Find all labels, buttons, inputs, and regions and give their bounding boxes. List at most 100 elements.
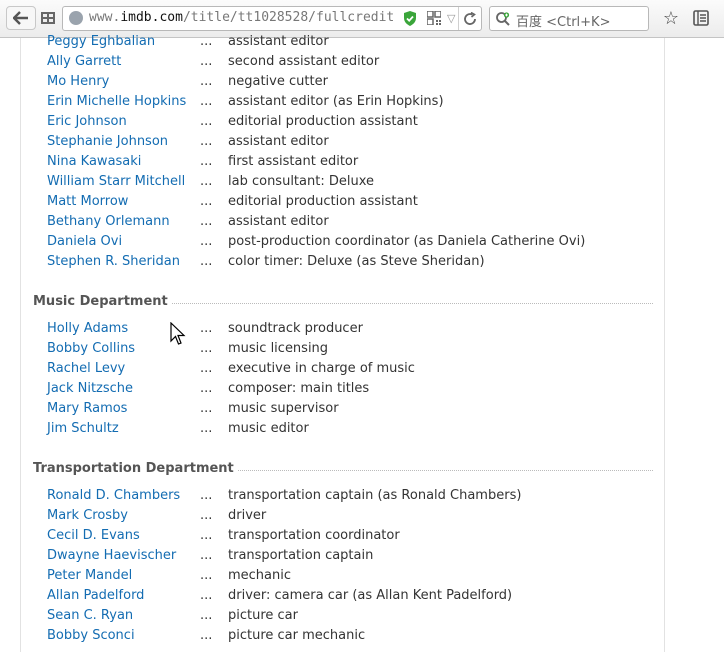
crew-role: music supervisor	[228, 401, 339, 416]
ellipsis-separator: ...	[200, 608, 213, 623]
ellipsis-separator: ...	[200, 321, 213, 336]
department-title: Transportation Department	[33, 460, 234, 476]
crew-name-link[interactable]: Mark Crosby	[47, 506, 128, 526]
crew-name-link[interactable]: Bethany Orlemann	[47, 212, 170, 232]
ellipsis-separator: ...	[200, 114, 213, 129]
credit-row: Stephanie Johnson... assistant editor	[21, 132, 664, 152]
crew-role: assistant editor	[228, 134, 329, 149]
search-icon	[496, 12, 510, 26]
ellipsis-separator: ...	[200, 154, 213, 169]
mouse-cursor-icon	[170, 322, 186, 345]
ellipsis-separator: ...	[200, 548, 213, 563]
ellipsis-separator: ...	[200, 341, 213, 356]
crew-name-link[interactable]: Peter Mandel	[47, 566, 132, 586]
crew-name-link[interactable]: William Starr Mitchell	[47, 172, 185, 192]
credit-row: Mo Henry... negative cutter	[21, 72, 664, 92]
crew-name-link[interactable]: Holly Adams	[47, 319, 128, 339]
credit-row: Erin Michelle Hopkins... assistant editor…	[21, 92, 664, 112]
crew-name-link[interactable]: Daniela Ovi	[47, 232, 122, 252]
crew-name-link[interactable]: Ronald D. Chambers	[47, 486, 180, 506]
credit-row: Stephen R. Sheridan... color timer: Delux…	[21, 252, 664, 272]
credit-row: Mary Ramos... music supervisor	[21, 399, 664, 419]
crew-name-link[interactable]: Mo Henry	[47, 72, 109, 92]
reader-menu-button[interactable]	[690, 6, 712, 30]
crew-name-link[interactable]: Matt Morrow	[47, 192, 128, 212]
qr-code-icon[interactable]	[427, 11, 441, 25]
reader-menu-icon	[693, 10, 709, 26]
crew-name-link[interactable]: Ally Garrett	[47, 52, 121, 72]
bookmark-button[interactable]: ☆	[660, 6, 682, 30]
crew-name-link[interactable]: Erin Michelle Hopkins	[47, 92, 186, 112]
crew-name-link[interactable]: Bobby Sconci	[47, 626, 135, 646]
crew-name-link[interactable]: Sean C. Ryan	[47, 606, 133, 626]
credit-row: Peggy Eghbalian... assistant editor	[21, 32, 664, 52]
reload-button[interactable]	[458, 7, 481, 30]
crew-name-link[interactable]: Rachel Levy	[47, 359, 125, 379]
credit-row: Sean C. Ryan... picture car	[21, 606, 664, 626]
chevron-down-icon[interactable]: ▽	[447, 12, 455, 25]
ellipsis-separator: ...	[200, 588, 213, 603]
crew-name-link[interactable]: Mary Ramos	[47, 399, 127, 419]
credit-row: Eric Johnson... editorial production assi…	[21, 112, 664, 132]
credit-row: Allan Padelford... driver: camera car (as…	[21, 586, 664, 606]
ellipsis-separator: ...	[200, 194, 213, 209]
credit-row: Matt Morrow... editorial production assis…	[21, 192, 664, 212]
crew-name-link[interactable]: Allan Padelford	[47, 586, 144, 606]
shield-check-icon[interactable]	[403, 11, 417, 26]
crew-role: negative cutter	[228, 74, 328, 89]
credit-row: Bethany Orlemann... assistant editor	[21, 212, 664, 232]
ellipsis-separator: ...	[200, 54, 213, 69]
crew-role: lab consultant: Deluxe	[228, 174, 374, 189]
crew-role: color timer: Deluxe (as Steve Sheridan)	[228, 254, 485, 269]
search-input[interactable]: 百度 <Ctrl+K>	[489, 6, 649, 31]
department-header: Music Department	[33, 291, 653, 311]
crew-role: picture car mechanic	[228, 628, 366, 643]
credit-row: Nina Kawasaki... first assistant editor	[21, 152, 664, 172]
crew-name-link[interactable]: Eric Johnson	[47, 112, 127, 132]
star-icon: ☆	[662, 7, 680, 29]
crew-role: transportation captain	[228, 548, 374, 563]
credit-row: Ally Garrett... second assistant editor	[21, 52, 664, 72]
credit-row: Daniela Ovi... post-production coordinato…	[21, 232, 664, 252]
crew-name-link[interactable]: Jack Nitzsche	[47, 379, 133, 399]
crew-role: editorial production assistant	[228, 114, 418, 129]
ellipsis-separator: ...	[200, 134, 213, 149]
url-text[interactable]: www.imdb.com/title/tt1028528/fullcredit	[89, 10, 407, 25]
credits-page: Peggy Eghbalian... assistant editor Ally G…	[20, 34, 665, 652]
crew-role: assistant editor (as Erin Hopkins)	[228, 94, 444, 109]
crew-name-link[interactable]: Stephanie Johnson	[47, 132, 168, 152]
credit-row: Dwayne Haevischer... transportation capta…	[21, 546, 664, 566]
ellipsis-separator: ...	[200, 381, 213, 396]
credit-row: Rachel Levy... executive in charge of mus…	[21, 359, 664, 379]
ellipsis-separator: ...	[200, 254, 213, 269]
crew-name-link[interactable]: Dwayne Haevischer	[47, 546, 176, 566]
crew-role: driver	[228, 508, 267, 523]
credit-row: Jack Nitzsche... composer: main titles	[21, 379, 664, 399]
crew-name-link[interactable]: Jim Schultz	[47, 419, 119, 439]
credit-row: Bobby Collins... music licensing	[21, 339, 664, 359]
crew-role: assistant editor	[228, 34, 329, 49]
ellipsis-separator: ...	[200, 421, 213, 436]
ellipsis-separator: ...	[200, 74, 213, 89]
crew-role: executive in charge of music	[228, 361, 415, 376]
crew-name-link[interactable]: Cecil D. Evans	[47, 526, 140, 546]
grid-icon	[41, 12, 55, 24]
ellipsis-separator: ...	[200, 568, 213, 583]
crew-name-link[interactable]: Bobby Collins	[47, 339, 135, 359]
credit-row: Cecil D. Evans... transportation coordina…	[21, 526, 664, 546]
page-gutter	[665, 38, 724, 652]
crew-name-link[interactable]: Stephen R. Sheridan	[47, 252, 180, 272]
ellipsis-separator: ...	[200, 628, 213, 643]
back-button[interactable]	[6, 6, 36, 30]
ellipsis-separator: ...	[200, 488, 213, 503]
crew-role: picture car	[228, 608, 298, 623]
tab-overview-button[interactable]	[38, 6, 58, 30]
credit-row: Ronald D. Chambers... transportation capt…	[21, 486, 664, 506]
crew-name-link[interactable]: Peggy Eghbalian	[47, 32, 155, 52]
address-bar[interactable]: www.imdb.com/title/tt1028528/fullcredit …	[62, 6, 482, 31]
crew-role: music licensing	[228, 341, 329, 356]
crew-role: post-production coordinator (as Daniela …	[228, 234, 586, 249]
crew-role: assistant editor	[228, 214, 329, 229]
ellipsis-separator: ...	[200, 34, 213, 49]
crew-name-link[interactable]: Nina Kawasaki	[47, 152, 141, 172]
